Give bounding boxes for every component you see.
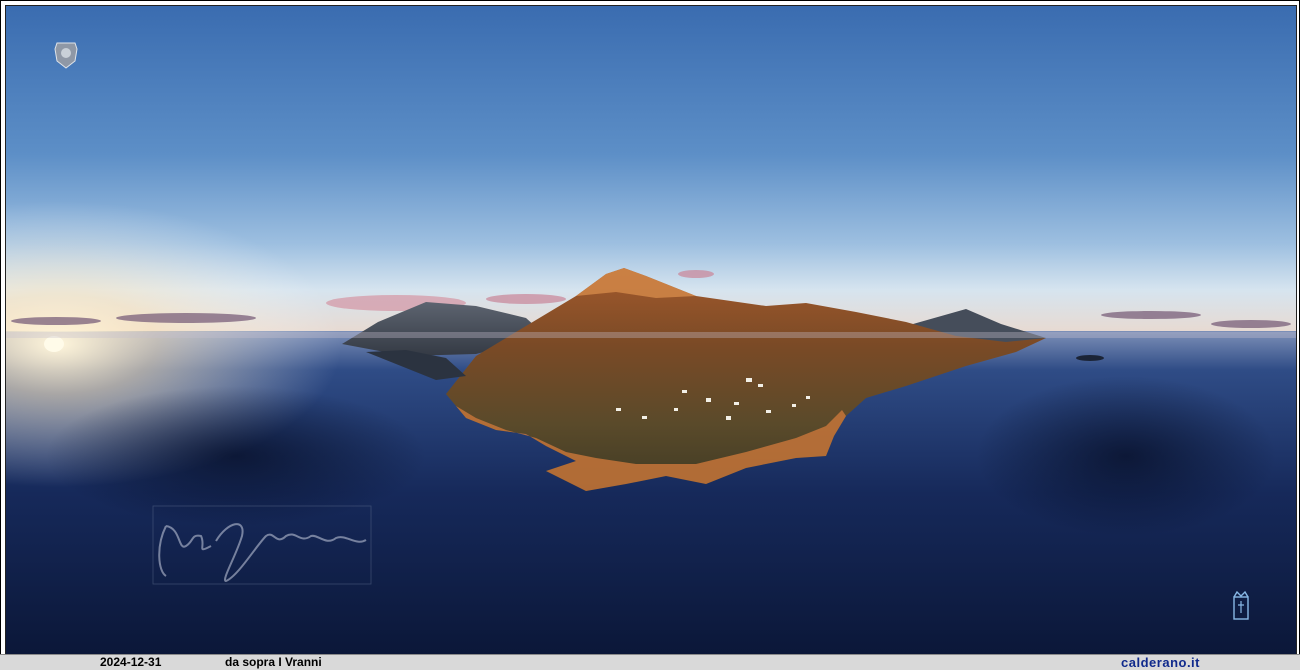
horizon-line bbox=[6, 332, 1296, 338]
photo-title: da sopra I Vranni bbox=[225, 655, 322, 669]
sea-shadow bbox=[976, 376, 1276, 536]
caption-bar: 2024-12-31 da sopra I Vranni calderano.i… bbox=[0, 654, 1300, 670]
site-link[interactable]: calderano.it bbox=[1121, 655, 1200, 670]
sea-shadow bbox=[46, 386, 426, 526]
islet bbox=[1076, 355, 1104, 361]
image-frame bbox=[0, 0, 1300, 670]
panorama-photo bbox=[5, 5, 1297, 655]
sun bbox=[44, 336, 64, 352]
photo-date: 2024-12-31 bbox=[100, 655, 162, 669]
